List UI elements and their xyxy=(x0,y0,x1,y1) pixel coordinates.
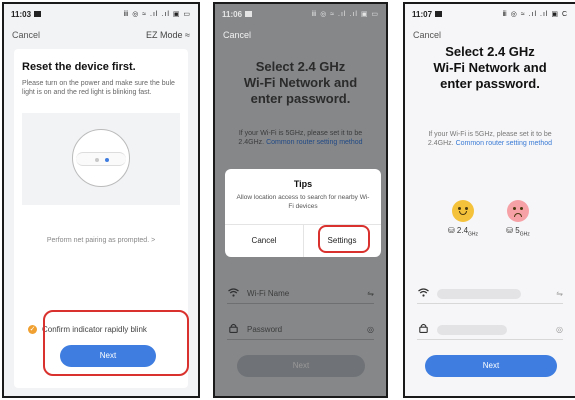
swap-icon[interactable]: ⇋ xyxy=(367,289,374,298)
page-title: Reset the device first. xyxy=(22,61,136,73)
cancel-button[interactable]: Cancel xyxy=(413,30,441,40)
password-placeholder: Password xyxy=(247,325,283,334)
next-button[interactable]: Next xyxy=(425,355,557,377)
band-hint: If your Wi-Fi is 5GHz, please set it to … xyxy=(238,130,363,146)
band-5ghz: ⛁ 5GHz xyxy=(493,200,543,238)
wifi-name-field[interactable]: ⇋ xyxy=(417,284,563,304)
dialog-title: Tips xyxy=(293,179,313,189)
notification-icon xyxy=(245,11,253,17)
status-icons: ⅲ ◎ ≈ .ıl .ıl ▣ ▭ xyxy=(311,11,379,18)
ez-mode-button[interactable]: EZ Mode ≈ xyxy=(146,30,190,40)
band-2-4ghz: ⛁ 2.4GHz xyxy=(438,200,488,238)
band-2-4ghz-label: ⛁ 2.4GHz xyxy=(447,226,479,238)
reset-device-screen: 11:03 ⅲ ◎ ≈ .ıl .ıl ▣ ▭ Cancel EZ Mode ≈… xyxy=(2,2,200,398)
status-bar: 11:07 ⅲ ◎ ≈ .ıl .ıl ▣ C xyxy=(405,4,575,24)
router-setting-link[interactable]: Common router setting method xyxy=(456,140,553,147)
status-time: 11:03 xyxy=(11,9,32,19)
highlight-annotation xyxy=(318,225,370,253)
wifi-name-field[interactable]: Wi-Fi Name ⇋ xyxy=(227,284,374,304)
reset-description: Please turn on the power and make sure t… xyxy=(22,80,175,96)
nav-bar: Cancel EZ Mode ≈ xyxy=(4,26,198,44)
cancel-button[interactable]: Cancel xyxy=(12,30,40,40)
status-bar: 11:06 ⅲ ◎ ≈ .ıl .ıl ▣ ▭ xyxy=(215,4,386,24)
swap-icon[interactable]: ⇋ xyxy=(556,289,563,298)
wifi-permission-screen: 11:06 ⅲ ◎ ≈ .ıl .ıl ▣ ▭ Cancel Select 2.… xyxy=(213,2,388,398)
eye-icon[interactable]: ◎ xyxy=(556,325,563,334)
router-setting-link[interactable]: Common router setting method xyxy=(266,139,363,146)
wifi-select-screen: 11:07 ⅲ ◎ ≈ .ıl .ıl ▣ C Cancel Select 2.… xyxy=(403,2,575,398)
sad-face-icon xyxy=(507,200,529,222)
eye-icon[interactable]: ◎ xyxy=(367,325,374,334)
wifi-icon xyxy=(227,287,239,300)
notification-icon xyxy=(34,11,42,17)
page-title: Select 2.4 GHz Wi-Fi Network and enter p… xyxy=(433,44,547,91)
wifi-icon xyxy=(417,287,429,300)
check-icon: ✓ xyxy=(28,325,37,334)
page-title: Select 2.4 GHz Wi-Fi Network and enter p… xyxy=(243,59,358,106)
lock-icon xyxy=(417,323,429,336)
lock-icon xyxy=(227,323,239,336)
device-icon xyxy=(72,129,130,187)
status-icons: ⅲ ◎ ≈ .ıl .ıl ▣ C xyxy=(502,11,568,18)
nav-bar: Cancel xyxy=(215,26,386,44)
highlight-annotation xyxy=(43,310,189,376)
band-hint: If your Wi-Fi is 5GHz, please set it to … xyxy=(427,131,553,147)
dialog-message: Allow location access to search for near… xyxy=(236,194,370,210)
wifi-name-placeholder: Wi-Fi Name xyxy=(247,289,290,298)
router-icon: ⛁ xyxy=(506,226,513,235)
band-5ghz-label: ⛁ 5GHz xyxy=(506,226,530,238)
next-button[interactable]: Next xyxy=(237,355,365,377)
pairing-help-link[interactable]: Perform net pairing as prompted. > xyxy=(14,237,188,244)
nav-bar: Cancel xyxy=(405,26,575,44)
cancel-button[interactable]: Cancel xyxy=(223,30,251,40)
password-value-masked xyxy=(437,324,507,335)
status-bar: 11:03 ⅲ ◎ ≈ .ıl .ıl ▣ ▭ xyxy=(4,4,198,24)
happy-face-icon xyxy=(452,200,474,222)
device-illustration xyxy=(22,113,180,205)
status-time: 11:06 xyxy=(222,9,243,19)
router-icon: ⛁ xyxy=(447,226,455,235)
dialog-cancel-button[interactable]: Cancel xyxy=(225,224,303,257)
password-field[interactable]: ◎ xyxy=(417,320,563,340)
password-field[interactable]: Password ◎ xyxy=(227,320,374,340)
notification-icon xyxy=(435,11,443,17)
status-time: 11:07 xyxy=(412,9,433,19)
status-icons: ⅲ ◎ ≈ .ıl .ıl ▣ ▭ xyxy=(123,11,191,18)
wifi-name-value-masked xyxy=(437,288,521,299)
